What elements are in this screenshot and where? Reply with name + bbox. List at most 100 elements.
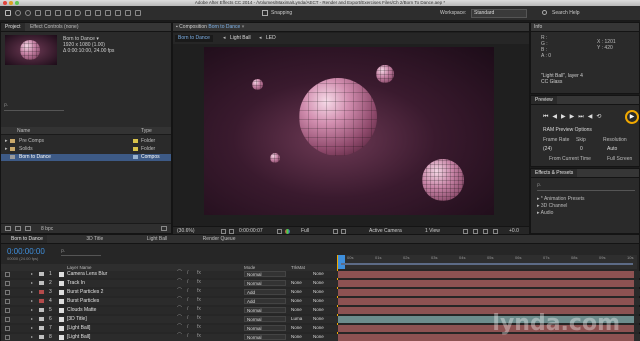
layer-name[interactable]: [Light Ball] bbox=[67, 335, 90, 340]
quality-switch-icon[interactable]: / bbox=[187, 316, 188, 321]
project-row-pre-comps[interactable]: ▸ Pre Comps Folder bbox=[1, 138, 171, 145]
layer-label-color[interactable] bbox=[39, 272, 44, 276]
pan-behind-tool-icon[interactable] bbox=[55, 10, 61, 16]
layer-mode-select[interactable]: Add bbox=[244, 298, 286, 304]
shy-switch-icon[interactable]: ⌒ bbox=[177, 325, 182, 330]
layer-duration-bar[interactable] bbox=[338, 280, 634, 287]
tab-3d-title[interactable]: 3D Title bbox=[48, 235, 107, 243]
next-frame-icon[interactable]: ▶ bbox=[570, 114, 579, 120]
zoom-window-button[interactable] bbox=[15, 1, 19, 5]
workspace-select[interactable]: Standard bbox=[471, 9, 527, 18]
twirl-arrow-icon[interactable]: ▸ bbox=[31, 317, 33, 321]
twirl-arrow-icon[interactable]: ▸ bbox=[31, 335, 33, 339]
work-area-start-handle[interactable] bbox=[337, 255, 345, 269]
quality-switch-icon[interactable]: / bbox=[187, 307, 188, 312]
effects-search-input[interactable]: ρ. bbox=[537, 183, 635, 191]
layer-mode-select[interactable]: Normal bbox=[244, 307, 286, 313]
skip-select[interactable]: 0 bbox=[580, 147, 583, 152]
quality-switch-icon[interactable]: / bbox=[187, 289, 188, 294]
minimize-window-button[interactable] bbox=[9, 1, 13, 5]
twirl-arrow-icon[interactable]: ▸ bbox=[31, 281, 33, 285]
breadcrumb-born-to-dance[interactable]: Born to Dance bbox=[175, 35, 213, 42]
layer-parent-select[interactable]: None bbox=[313, 325, 335, 331]
composition-canvas[interactable] bbox=[204, 47, 494, 215]
timeline-layer-row[interactable]: ▸ 1 Camera Lens Blur ⌒ / fx Normal None bbox=[1, 271, 640, 278]
tab-render-queue[interactable]: Render Queue bbox=[173, 235, 240, 243]
layer-name[interactable]: [3D Title] bbox=[67, 317, 87, 322]
layer-label-color[interactable] bbox=[39, 299, 44, 303]
layer-duration-bar[interactable] bbox=[338, 271, 634, 278]
layer-label-color[interactable] bbox=[39, 335, 44, 339]
layer-mode-select[interactable]: Normal bbox=[244, 280, 286, 286]
layer-duration-bar[interactable] bbox=[338, 289, 634, 296]
fx-switch-icon[interactable]: fx bbox=[197, 289, 201, 294]
shy-switch-icon[interactable]: ⌒ bbox=[177, 289, 182, 294]
fx-switch-icon[interactable]: fx bbox=[197, 307, 201, 312]
mask-tool-icon[interactable] bbox=[65, 10, 71, 16]
twirl-arrow-icon[interactable]: ▸ bbox=[31, 290, 33, 294]
layer-name[interactable]: Clouds Matte bbox=[67, 308, 96, 313]
timeline-layer-row[interactable]: ▸ 4 Burst Particles ⌒ / fx Add None None bbox=[1, 298, 640, 305]
shy-switch-icon[interactable]: ⌒ bbox=[177, 307, 182, 312]
layer-mode-select[interactable]: Normal bbox=[244, 316, 286, 322]
roto-brush-tool-icon[interactable] bbox=[125, 10, 131, 16]
timeline-layer-row[interactable]: ▸ 3 Burst Particles 2 ⌒ / fx Add None None bbox=[1, 289, 640, 296]
work-area-bar[interactable] bbox=[341, 263, 633, 265]
pen-tool-icon[interactable] bbox=[75, 10, 81, 16]
tab-born-to-dance[interactable]: Born to Dance bbox=[1, 235, 47, 243]
selection-tool-icon[interactable] bbox=[5, 10, 11, 16]
rotation-tool-icon[interactable] bbox=[35, 10, 41, 16]
last-frame-icon[interactable]: ⏭ bbox=[578, 114, 587, 120]
twirl-arrow-icon[interactable]: ▸ bbox=[31, 299, 33, 303]
play-icon[interactable]: ▶ bbox=[561, 114, 570, 120]
layer-label-color[interactable] bbox=[39, 317, 44, 321]
frame-rate-select[interactable]: (24) bbox=[543, 147, 552, 152]
brush-tool-icon[interactable] bbox=[95, 10, 101, 16]
full-screen-checkbox[interactable]: Full Screen bbox=[607, 157, 632, 162]
layer-name[interactable]: Camera Lens Blur bbox=[67, 272, 107, 277]
tab-preview[interactable]: Preview bbox=[531, 96, 557, 104]
tab-effect-controls[interactable]: Effect Controls (none) bbox=[26, 23, 83, 31]
quality-switch-icon[interactable]: / bbox=[187, 334, 188, 339]
shy-switch-icon[interactable]: ⌒ bbox=[177, 271, 182, 276]
fx-switch-icon[interactable]: fx bbox=[197, 280, 201, 285]
layer-parent-select[interactable]: None bbox=[313, 271, 335, 277]
quality-switch-icon[interactable]: / bbox=[187, 298, 188, 303]
layer-trkmat-select[interactable]: None bbox=[291, 307, 311, 313]
layer-name[interactable]: Track In bbox=[67, 281, 85, 286]
layer-trkmat-select[interactable]: None bbox=[291, 325, 311, 331]
interpret-footage-icon[interactable] bbox=[5, 226, 11, 231]
new-folder-icon[interactable] bbox=[15, 226, 21, 231]
timeline-current-time[interactable]: 0:00:00:00 bbox=[7, 248, 45, 256]
new-composition-icon[interactable] bbox=[25, 226, 31, 231]
snapping-checkbox[interactable] bbox=[262, 10, 268, 16]
close-window-button[interactable] bbox=[3, 1, 7, 5]
layer-parent-select[interactable]: None bbox=[313, 307, 335, 313]
eye-visibility-icon[interactable] bbox=[5, 281, 10, 286]
eye-visibility-icon[interactable] bbox=[5, 290, 10, 295]
breadcrumb-led[interactable]: LED bbox=[266, 33, 276, 44]
tab-light-ball[interactable]: Light Ball bbox=[109, 235, 172, 243]
layer-trkmat-select[interactable]: Luma bbox=[291, 316, 311, 322]
layer-label-color[interactable] bbox=[39, 290, 44, 294]
tab-effects-presets[interactable]: Effects & Presets bbox=[531, 169, 578, 177]
resolution-select-preview[interactable]: Auto bbox=[607, 147, 617, 152]
time-ruler[interactable]: 00s 01s 02s 03s 04s 05s 06s 07s 08s 09s 10s bbox=[337, 255, 637, 269]
column-layer-name[interactable]: Layer Name bbox=[67, 264, 92, 271]
eye-visibility-icon[interactable] bbox=[5, 308, 10, 313]
column-trkmat[interactable]: TrkMat bbox=[291, 264, 305, 271]
fx-switch-icon[interactable]: fx bbox=[197, 298, 201, 303]
layer-parent-select[interactable]: None bbox=[313, 280, 335, 286]
ram-preview-button[interactable]: ▶ bbox=[625, 110, 639, 124]
composition-dropdown-icon[interactable]: ▾ bbox=[242, 24, 245, 30]
layer-name[interactable]: Burst Particles 2 bbox=[67, 290, 103, 295]
bit-depth-label[interactable]: 8 bpc bbox=[41, 227, 53, 232]
eye-visibility-icon[interactable] bbox=[5, 335, 10, 340]
shy-switch-icon[interactable]: ⌒ bbox=[177, 334, 182, 339]
clone-stamp-tool-icon[interactable] bbox=[105, 10, 111, 16]
layer-label-color[interactable] bbox=[39, 308, 44, 312]
layer-trkmat-select[interactable]: None bbox=[291, 289, 311, 295]
layer-mode-select[interactable]: Normal bbox=[244, 271, 286, 277]
fx-switch-icon[interactable]: fx bbox=[197, 334, 201, 339]
tab-info[interactable]: Info bbox=[534, 24, 542, 30]
